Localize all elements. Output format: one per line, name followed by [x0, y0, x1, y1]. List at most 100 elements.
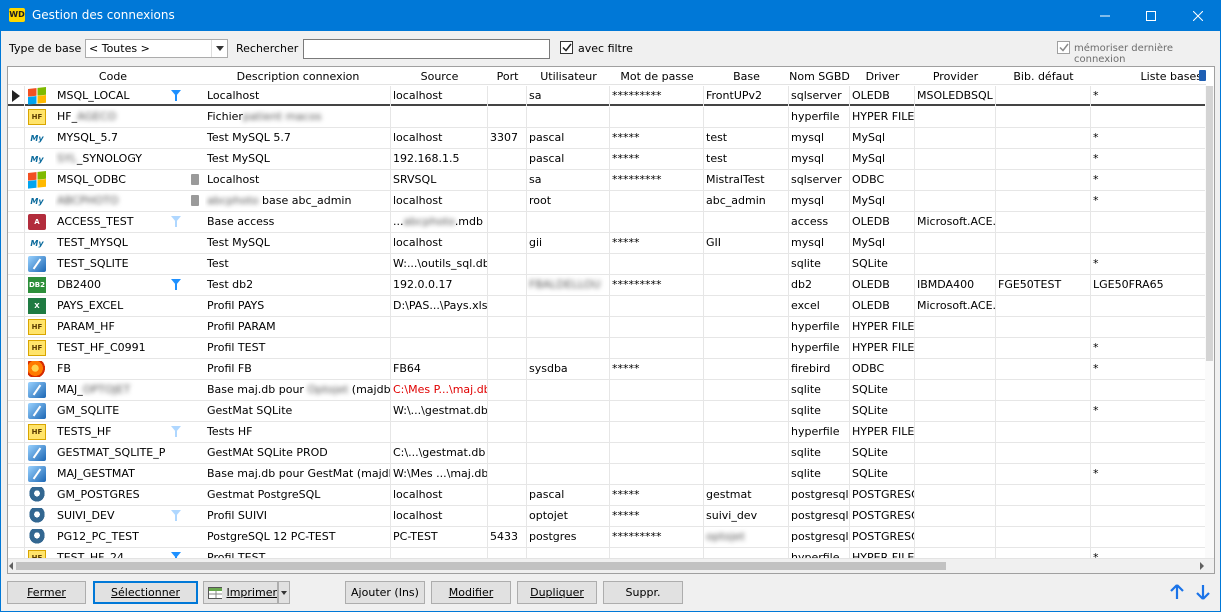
cell-code: TEST_MYSQL	[55, 233, 165, 253]
dupliquer-button[interactable]: Dupliquer	[517, 581, 597, 604]
row-indicator[interactable]	[8, 338, 25, 358]
type-base-select[interactable]: < Toutes >	[85, 39, 228, 58]
cell-sgbd: postgresql	[789, 527, 850, 547]
suppr-button[interactable]: Suppr.	[603, 581, 683, 604]
row-indicator[interactable]	[8, 233, 25, 253]
column-header[interactable]: Liste bases	[1091, 70, 1206, 83]
move-down-icon[interactable]	[1196, 584, 1210, 600]
row-indicator[interactable]	[8, 107, 25, 127]
cell-code: MAJ_GESTMAT	[55, 464, 165, 484]
modifier-button[interactable]: Modifier	[431, 581, 511, 604]
column-header[interactable]: Description connexion	[205, 70, 391, 83]
hf-icon: HF	[28, 340, 46, 356]
table-row[interactable]: MSQL_ODBC Localhost SRVSQL sa ********* Mistr…	[8, 170, 1206, 191]
row-indicator[interactable]	[8, 191, 25, 211]
row-indicator[interactable]	[8, 506, 25, 526]
table-body[interactable]: MSQL_LOCAL Localhost localhost sa ********* F…	[8, 86, 1206, 558]
filter-icon[interactable]	[171, 426, 181, 437]
row-indicator[interactable]	[8, 254, 25, 274]
table-row[interactable]: HF PARAM_HF Profil PARAM hyperfile HYPER FIL…	[8, 317, 1206, 338]
row-indicator[interactable]	[8, 422, 25, 442]
table-row[interactable]: GESTMAT_SQLITE_PRO GestMAt SQLite PROD C:\…	[8, 443, 1206, 464]
cell-provider	[915, 107, 996, 127]
scroll-thumb[interactable]	[16, 562, 946, 570]
trash-icon[interactable]	[191, 174, 199, 185]
row-indicator[interactable]	[8, 317, 25, 337]
column-header[interactable]: Source	[391, 70, 488, 83]
filter-icon[interactable]	[171, 279, 181, 290]
filter-icon[interactable]	[171, 510, 181, 521]
table-row[interactable]: HF TESTS_HF Tests HF hyperfile HYPER FILE	[8, 422, 1206, 443]
row-indicator[interactable]	[8, 464, 25, 484]
move-up-icon[interactable]	[1170, 584, 1184, 600]
table-row[interactable]: My TEST_MYSQL Test MySQL localhost gii ***** G…	[8, 233, 1206, 254]
trash-icon[interactable]	[191, 195, 199, 206]
minimize-button[interactable]	[1082, 0, 1128, 31]
row-indicator[interactable]	[8, 149, 25, 169]
table-row[interactable]: GM_SQLITE GestMat SQLite W:\...\gestmat.db…	[8, 401, 1206, 422]
table-row[interactable]: MSQL_LOCAL Localhost localhost sa ********* F…	[8, 86, 1206, 106]
row-indicator[interactable]	[8, 359, 25, 379]
row-indicator[interactable]	[8, 86, 25, 106]
selectionner-button[interactable]: Sélectionner	[93, 581, 198, 604]
column-header[interactable]: Provider	[915, 70, 996, 83]
table-row[interactable]: HF HF_AGECO Fichierpatient macos hyperfile H…	[8, 107, 1206, 128]
table-row[interactable]: HF TEST_HF_C0991 Profil TEST hyperfile HYPER…	[8, 338, 1206, 359]
table-row[interactable]: DB2 DB2400 Test db2 192.0.0.17 FBALDELLOU ***…	[8, 275, 1206, 296]
filter-icon[interactable]	[171, 90, 181, 101]
vertical-scrollbar[interactable]	[1205, 86, 1214, 558]
close-button[interactable]	[1175, 0, 1221, 31]
scroll-thumb[interactable]	[1206, 86, 1213, 361]
row-indicator[interactable]	[8, 128, 25, 148]
filter-icon[interactable]	[171, 216, 181, 227]
table-row[interactable]: MAJ_OPTOJET Base maj.db pour Optojet (maj…	[8, 380, 1206, 401]
scroll-right-icon[interactable]	[1200, 562, 1204, 570]
scroll-left-icon[interactable]	[9, 562, 13, 570]
row-indicator[interactable]	[8, 485, 25, 505]
table-row[interactable]: TEST_SQLITE Test W:...\outils_sql.db sqlite…	[8, 254, 1206, 275]
table-row[interactable]: GM_POSTGRES Gestmat PostgreSQL localhost pa…	[8, 485, 1206, 506]
table-row[interactable]: PG12_PC_TEST PostgreSQL 12 PC-TEST PC-TEST…	[8, 527, 1206, 548]
table-row[interactable]: My ABCPHOTO abcphoto base abc_admin localho…	[8, 191, 1206, 212]
row-indicator[interactable]	[8, 296, 25, 316]
table-row[interactable]: My MYSQL_5.7 Test MySQL 5.7 localhost 3307 pa…	[8, 128, 1206, 149]
cell-desc: Profil PARAM	[205, 317, 391, 337]
row-indicator[interactable]	[8, 527, 25, 547]
table-row[interactable]: My SYL_SYNOLOGY Test MySQL 192.168.1.5 pasca…	[8, 149, 1206, 170]
table-row[interactable]: HF TEST_HF_24 Profil TEST hyperfile HYPER FI…	[8, 548, 1206, 558]
table-row[interactable]: A ACCESS_TEST Base access ...abcphoto.mdb ac…	[8, 212, 1206, 233]
connections-table[interactable]: Code Description connexion Source Port Utili…	[7, 66, 1215, 574]
cell-sgbd: postgresql	[789, 485, 850, 505]
chevron-down-icon[interactable]	[211, 40, 227, 57]
cell-user	[527, 317, 610, 337]
horizontal-scrollbar[interactable]	[8, 558, 1214, 573]
column-header[interactable]: Driver	[850, 70, 915, 83]
column-header[interactable]: Mot de passe	[610, 70, 704, 83]
search-input[interactable]	[303, 39, 550, 59]
delete-column-icon[interactable]	[1199, 70, 1206, 81]
row-indicator[interactable]	[8, 548, 25, 558]
column-header[interactable]: Utilisateur	[527, 70, 610, 83]
table-row[interactable]: X PAYS_EXCEL Profil PAYS D:\PAS...\Pays.xls…	[8, 296, 1206, 317]
column-header[interactable]: Bib. défaut	[996, 70, 1091, 83]
column-header[interactable]: Base	[704, 70, 789, 83]
row-indicator[interactable]	[8, 401, 25, 421]
fermer-button[interactable]: Fermer	[7, 581, 86, 604]
memo-checkbox[interactable]	[1057, 41, 1070, 54]
row-indicator[interactable]	[8, 443, 25, 463]
table-row[interactable]: FB Profil FB FB64 sysdba ***** firebird ODBC *	[8, 359, 1206, 380]
filter-checkbox[interactable]	[560, 41, 573, 54]
table-row[interactable]: MAJ_GESTMAT Base maj.db pour GestMat (maj…	[8, 464, 1206, 485]
row-indicator[interactable]	[8, 212, 25, 232]
maximize-button[interactable]	[1128, 0, 1174, 31]
row-indicator[interactable]	[8, 170, 25, 190]
imprimer-dropdown[interactable]	[278, 581, 290, 604]
row-indicator[interactable]	[8, 380, 25, 400]
ajouter-button[interactable]: Ajouter (Ins)	[345, 581, 425, 604]
row-indicator[interactable]	[8, 275, 25, 295]
column-header[interactable]: Code	[53, 70, 173, 83]
column-header[interactable]: Nom SGBD	[789, 70, 850, 83]
table-row[interactable]: SUIVI_DEV Profil SUIVI localhost optojet ***…	[8, 506, 1206, 527]
imprimer-button[interactable]: Imprimer	[203, 581, 278, 604]
column-header[interactable]: Port	[488, 70, 527, 83]
